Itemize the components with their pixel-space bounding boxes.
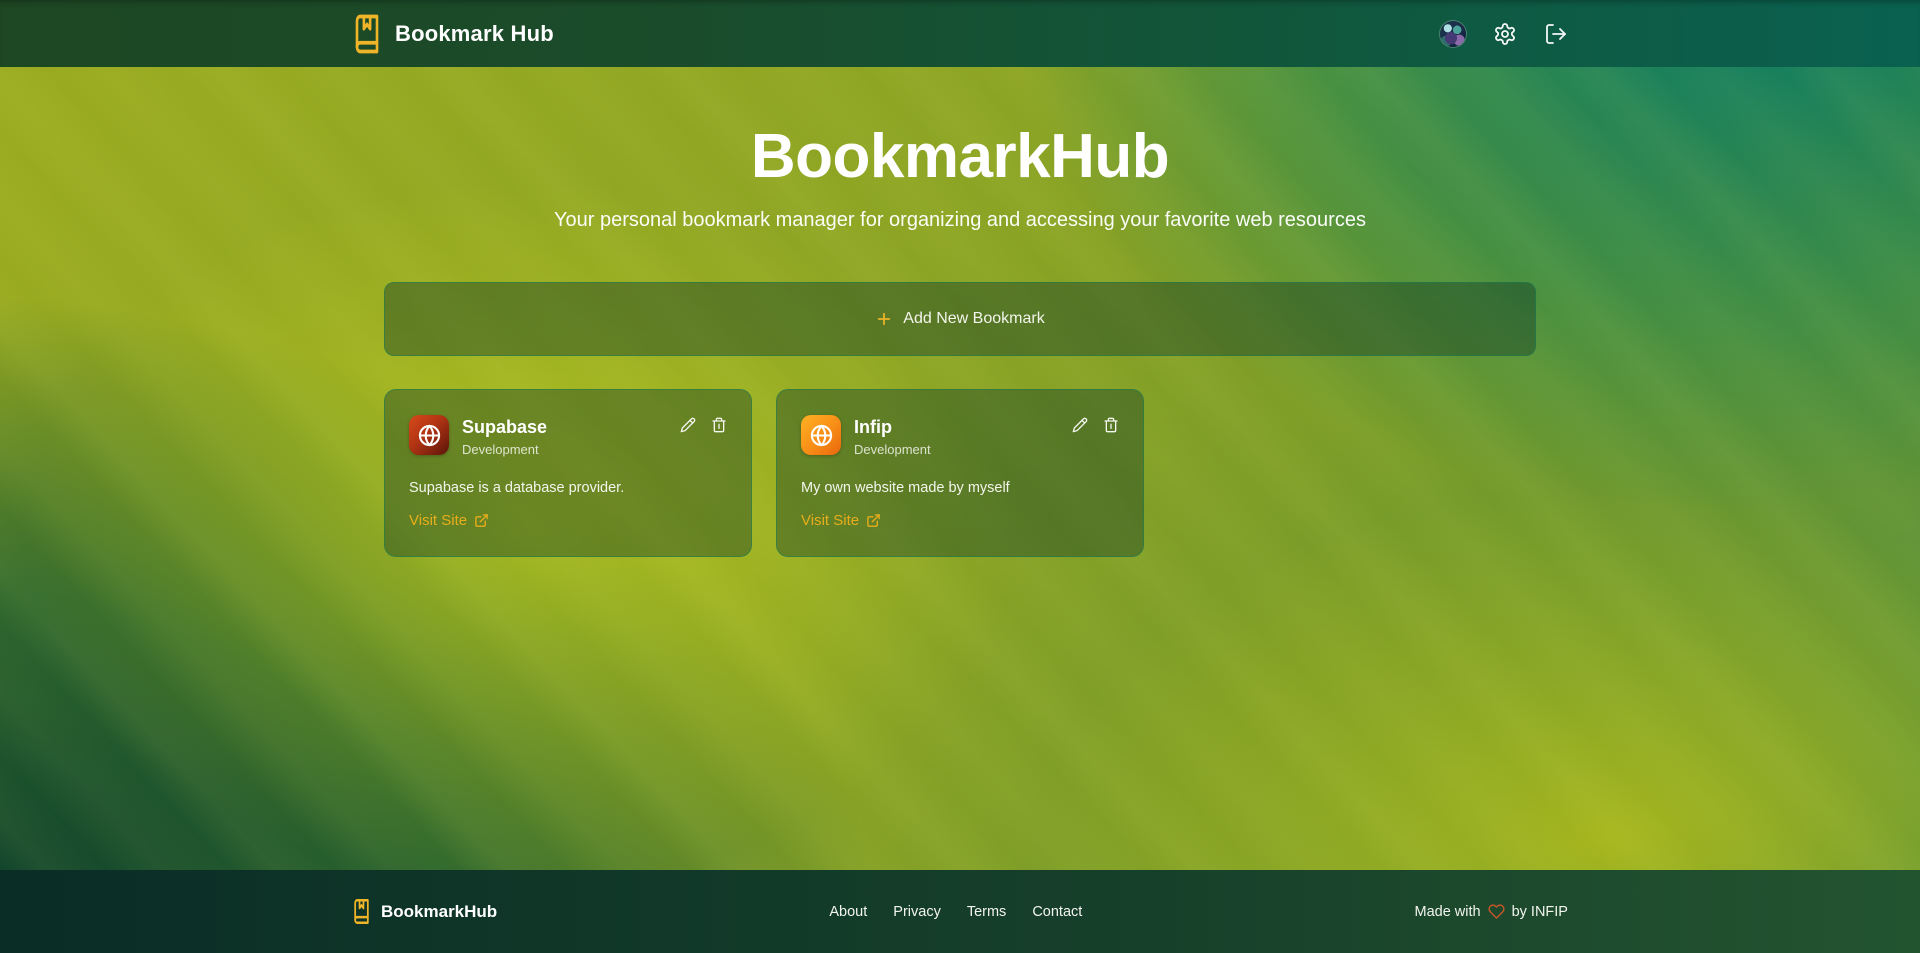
footer-link-contact[interactable]: Contact: [1032, 904, 1082, 920]
add-new-bookmark-button[interactable]: Add New Bookmark: [384, 282, 1536, 357]
bookmark-grid: Supabase Development Supabase is a datab…: [384, 389, 1536, 558]
bookmark-title: Infip: [854, 417, 892, 438]
made-with-text: Made with: [1414, 903, 1481, 920]
delete-trash-icon[interactable]: [1103, 417, 1119, 433]
footer-links: About Privacy Terms Contact: [829, 904, 1082, 920]
visit-site-label: Visit Site: [801, 511, 860, 529]
bookmark-description: My own website made by myself: [801, 479, 1010, 496]
footer-brand-title: BookmarkHub: [381, 901, 498, 921]
visit-site-link[interactable]: Visit Site: [409, 512, 489, 529]
bookmark-category: Development: [854, 441, 931, 457]
bookmark-title: Supabase: [462, 417, 548, 438]
credit-author-text: by INFIP: [1511, 903, 1568, 920]
log-out-icon[interactable]: [1544, 22, 1568, 46]
external-link-icon: [474, 513, 489, 528]
bookmark-category: Development: [462, 441, 539, 457]
user-avatar[interactable]: [1440, 20, 1466, 47]
book-marked-icon: [352, 898, 371, 925]
footer-credit: Made with by INFIP: [1414, 903, 1568, 920]
footer-link-privacy[interactable]: Privacy: [893, 904, 941, 920]
edit-pencil-icon[interactable]: [1072, 417, 1088, 433]
settings-gear-icon[interactable]: [1493, 22, 1517, 46]
header-actions: [1440, 20, 1568, 47]
page-title: BookmarkHub: [750, 122, 1170, 191]
app-header: Bookmark Hub: [0, 0, 1920, 67]
footer-link-terms[interactable]: Terms: [967, 904, 1006, 920]
add-new-bookmark-label: Add New Bookmark: [903, 310, 1045, 328]
plus-icon: [875, 310, 893, 328]
bookmark-card: Infip Development My own website made by…: [776, 389, 1144, 558]
page-subtitle: Your personal bookmark manager for organ…: [554, 209, 1366, 232]
header-brand-title: Bookmark Hub: [395, 20, 554, 46]
app-footer: BookmarkHub About Privacy Terms Contact …: [0, 870, 1920, 953]
external-link-icon: [866, 513, 881, 528]
heart-icon: [1487, 903, 1505, 920]
bookmark-card: Supabase Development Supabase is a datab…: [384, 389, 752, 558]
delete-trash-icon[interactable]: [711, 417, 727, 433]
book-marked-icon: [352, 13, 382, 55]
bookmark-description: Supabase is a database provider.: [409, 479, 625, 496]
hero-section: BookmarkHub Your personal bookmark manag…: [384, 67, 1536, 232]
footer-brand[interactable]: BookmarkHub: [352, 898, 497, 925]
globe-icon: [801, 415, 841, 456]
header-brand[interactable]: Bookmark Hub: [352, 13, 554, 55]
main-content: BookmarkHub Your personal bookmark manag…: [0, 67, 1920, 870]
visit-site-label: Visit Site: [409, 511, 468, 529]
globe-icon: [409, 415, 449, 456]
footer-link-about[interactable]: About: [829, 904, 867, 920]
edit-pencil-icon[interactable]: [680, 417, 696, 433]
visit-site-link[interactable]: Visit Site: [801, 512, 881, 529]
